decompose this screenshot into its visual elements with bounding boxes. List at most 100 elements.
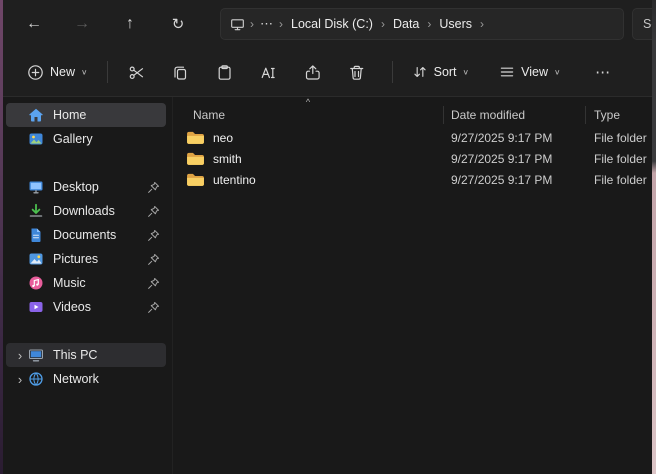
home-icon	[28, 107, 44, 123]
sidebar-item-pictures[interactable]: Pictures	[6, 247, 166, 271]
up-button[interactable]: ↑	[112, 7, 148, 41]
file-type: File folder	[586, 152, 656, 166]
sidebar-item-label: Network	[53, 372, 160, 386]
screen-edge-right	[652, 0, 656, 474]
file-type: File folder	[586, 131, 656, 145]
sidebar-item-label: Music	[53, 276, 146, 290]
sidebar-item-label: Downloads	[53, 204, 146, 218]
sidebar-item-label: Gallery	[53, 132, 160, 146]
chevron-down-icon: ∨	[463, 67, 470, 76]
network-icon	[28, 371, 44, 387]
address-bar[interactable]: › ⋯ › Local Disk (C:) › Data › Users ›	[220, 8, 624, 40]
sidebar-group-gap	[0, 151, 172, 175]
sidebar-item-home[interactable]: Home	[6, 103, 166, 127]
new-button[interactable]: New ∨	[18, 55, 97, 89]
sidebar-item-downloads[interactable]: Downloads	[6, 199, 166, 223]
column-header-type[interactable]: Type	[586, 103, 656, 127]
this-pc-icon	[227, 17, 249, 32]
navigation-sidebar: Home Gallery	[0, 97, 172, 474]
trash-icon	[348, 64, 365, 81]
folder-icon	[186, 151, 205, 166]
folder-icon	[186, 130, 205, 145]
file-name-cell: utentino	[173, 172, 444, 187]
chevron-down-icon: ∨	[554, 67, 561, 76]
file-explorer-window: ← → ↑ ↻ › ⋯ › Local Disk (C:) › Data › U…	[0, 0, 656, 474]
breadcrumb-segment-local-disk[interactable]: Local Disk (C:)	[284, 12, 380, 36]
file-name-cell: neo	[173, 130, 444, 145]
new-button-label: New	[50, 65, 75, 79]
file-row-utentino[interactable]: utentino 9/27/2025 9:17 PM File folder	[173, 169, 656, 190]
share-button[interactable]	[294, 55, 332, 89]
sidebar-item-documents[interactable]: Documents	[6, 223, 166, 247]
view-list-icon	[499, 64, 515, 80]
pin-icon	[146, 181, 160, 194]
sort-button-label: Sort	[434, 65, 457, 79]
forward-button[interactable]: →	[64, 7, 100, 41]
file-row-neo[interactable]: neo 9/27/2025 9:17 PM File folder	[173, 127, 656, 148]
back-button[interactable]: ←	[16, 7, 52, 41]
plus-circle-icon	[27, 64, 44, 81]
sidebar-item-music[interactable]: Music	[6, 271, 166, 295]
breadcrumb-segment-data[interactable]: Data	[386, 12, 426, 36]
view-button[interactable]: View ∨	[490, 55, 569, 89]
copy-icon	[172, 64, 189, 81]
sidebar-item-this-pc[interactable]: › This PC	[6, 343, 166, 367]
sidebar-item-label: Videos	[53, 300, 146, 314]
paste-button[interactable]	[206, 55, 244, 89]
screen-edge-left	[0, 0, 3, 474]
breadcrumb-overflow-button[interactable]: ⋯	[255, 12, 278, 36]
sidebar-item-network[interactable]: › Network	[6, 367, 166, 391]
pin-icon	[146, 277, 160, 290]
file-type: File folder	[586, 173, 656, 187]
view-button-label: View	[521, 65, 548, 79]
column-header-name[interactable]: Name	[173, 103, 444, 127]
documents-icon	[28, 227, 44, 243]
pin-icon	[146, 229, 160, 242]
chevron-right-icon[interactable]: ›	[12, 349, 28, 362]
delete-button[interactable]	[338, 55, 376, 89]
pin-icon	[146, 301, 160, 314]
command-toolbar: New ∨	[0, 48, 656, 97]
cut-button[interactable]	[118, 55, 156, 89]
main-body: Home Gallery	[0, 97, 656, 474]
sidebar-item-videos[interactable]: Videos	[6, 295, 166, 319]
refresh-button[interactable]: ↻	[160, 7, 196, 41]
chevron-right-icon[interactable]: ›	[12, 373, 28, 386]
videos-icon	[28, 299, 44, 315]
sidebar-item-desktop[interactable]: Desktop	[6, 175, 166, 199]
desktop-icon	[28, 179, 44, 195]
breadcrumb-segment-users[interactable]: Users	[432, 12, 479, 36]
sort-arrows-icon	[412, 64, 428, 80]
sidebar-item-label: Pictures	[53, 252, 146, 266]
rename-icon	[260, 64, 277, 81]
share-icon	[304, 64, 321, 81]
sidebar-group-gap	[0, 319, 172, 343]
file-name: smith	[213, 152, 242, 166]
toolbar-separator	[107, 61, 108, 83]
pin-icon	[146, 205, 160, 218]
sidebar-item-label: Documents	[53, 228, 146, 242]
sidebar-item-gallery[interactable]: Gallery	[6, 127, 166, 151]
file-date-modified: 9/27/2025 9:17 PM	[444, 131, 586, 145]
file-row-smith[interactable]: smith 9/27/2025 9:17 PM File folder	[173, 148, 656, 169]
navigation-bar: ← → ↑ ↻ › ⋯ › Local Disk (C:) › Data › U…	[0, 0, 656, 48]
this-pc-icon	[28, 347, 44, 363]
file-list-area: ^ Name Date modified Type neo	[172, 97, 656, 474]
pictures-icon	[28, 251, 44, 267]
clipboard-icon	[216, 64, 233, 81]
gallery-icon	[28, 131, 44, 147]
file-date-modified: 9/27/2025 9:17 PM	[444, 152, 586, 166]
column-header-date-modified[interactable]: Date modified	[444, 103, 586, 127]
sidebar-item-label: Home	[53, 108, 160, 122]
sort-button[interactable]: Sort ∨	[403, 55, 479, 89]
toolbar-separator	[392, 61, 393, 83]
music-icon	[28, 275, 44, 291]
file-name-cell: smith	[173, 151, 444, 166]
more-options-button[interactable]: ⋯	[584, 55, 622, 89]
file-name: neo	[213, 131, 233, 145]
copy-button[interactable]	[162, 55, 200, 89]
file-rows: neo 9/27/2025 9:17 PM File folder smi	[173, 127, 656, 190]
rename-button[interactable]	[250, 55, 288, 89]
file-date-modified: 9/27/2025 9:17 PM	[444, 173, 586, 187]
sidebar-item-label: This PC	[53, 348, 160, 362]
